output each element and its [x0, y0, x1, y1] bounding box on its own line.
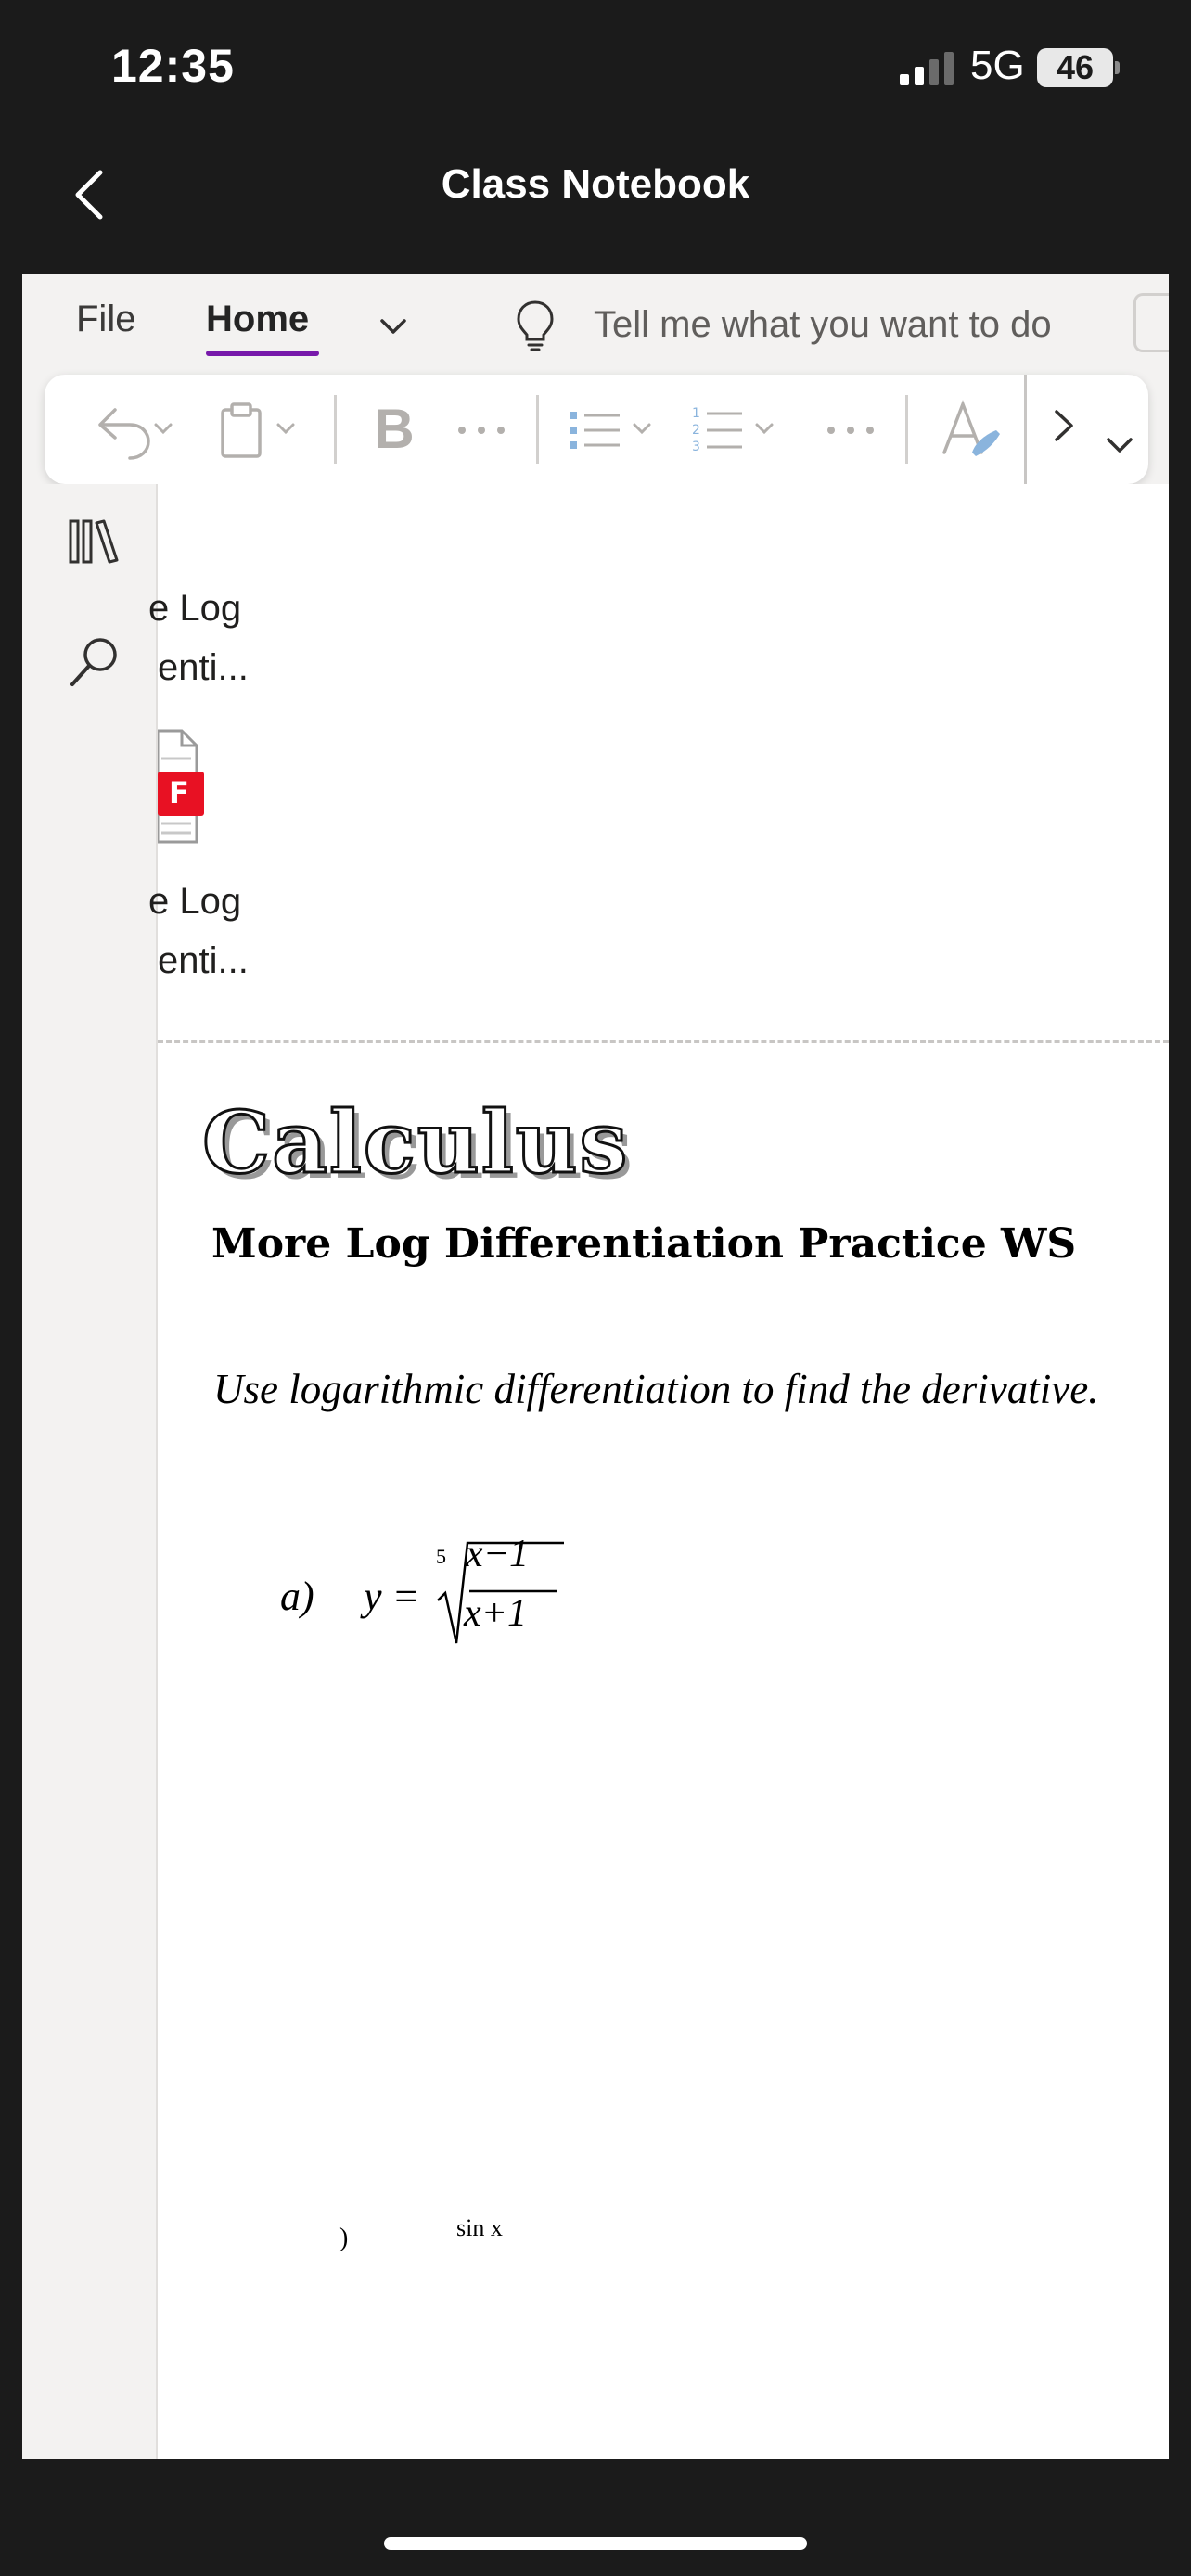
- undo-icon[interactable]: [82, 397, 174, 462]
- tab-home[interactable]: Home: [206, 299, 309, 340]
- document-page: Calculus More Log Differentiation Practi…: [158, 1044, 1169, 2252]
- active-tab-indicator: [206, 351, 319, 356]
- worksheet-subtitle: More Log Differentiation Practice WS: [211, 1220, 1077, 1268]
- tell-me-search[interactable]: Tell me what you want to do: [594, 304, 1052, 346]
- bullets-icon[interactable]: [564, 397, 666, 462]
- ribbon-separator: [905, 395, 908, 464]
- svg-text:3: 3: [692, 440, 700, 454]
- page-divider: [158, 1040, 1169, 1043]
- home-indicator[interactable]: [384, 2537, 807, 2550]
- network-label: 5G: [970, 43, 1025, 88]
- bold-button[interactable]: B: [371, 397, 417, 462]
- nav-title: Class Notebook: [441, 161, 750, 207]
- battery-icon: 46: [1037, 48, 1113, 87]
- numbering-icon[interactable]: 1 2 3: [690, 397, 792, 462]
- equation-lhs: y =: [364, 1574, 420, 1619]
- instructions-text: Use logarithmic differentiation to find …: [213, 1366, 1099, 1412]
- chevron-right-icon[interactable]: [1045, 402, 1082, 449]
- paste-icon[interactable]: [211, 397, 314, 462]
- fraction-numerator: x−1: [466, 1533, 529, 1575]
- overflow-tab[interactable]: [1133, 293, 1169, 352]
- page-list: e Log enti... F e Log enti... Calculus M…: [148, 484, 1169, 2459]
- battery-tip: [1115, 61, 1120, 74]
- status-bar: 12:35 5G 46: [0, 0, 1191, 130]
- lightbulb-icon: [517, 300, 554, 351]
- chevron-down-icon[interactable]: [1101, 427, 1138, 464]
- document-title: Calculus: [200, 1091, 630, 1194]
- ribbon-separator: [536, 395, 539, 464]
- nav-bar: Class Notebook: [0, 130, 1191, 252]
- page-item-title[interactable]: e Log: [148, 872, 241, 931]
- more-icon[interactable]: [818, 397, 883, 462]
- svg-text:1: 1: [692, 406, 700, 421]
- search-icon[interactable]: [65, 632, 124, 692]
- page-item-title[interactable]: enti...: [158, 931, 249, 990]
- next-problem-fragment: sin x: [456, 2214, 503, 2241]
- pdf-icon[interactable]: F: [158, 727, 204, 848]
- chevron-down-icon[interactable]: [375, 308, 412, 345]
- ribbon-toolbar: B 1 2 3: [45, 375, 1148, 484]
- ribbon-expand-area: [1024, 375, 1148, 484]
- page-item-title[interactable]: enti...: [158, 638, 249, 697]
- fraction-denominator: x+1: [464, 1592, 527, 1635]
- svg-text:2: 2: [692, 423, 700, 438]
- notebooks-icon[interactable]: [65, 512, 124, 571]
- navigation-sidebar: [22, 484, 158, 2459]
- status-time: 12:35: [111, 40, 235, 92]
- onenote-app: File Home Tell me what you want to do B: [22, 274, 1169, 2459]
- root-index: 5: [436, 1545, 446, 1568]
- tab-file[interactable]: File: [76, 299, 135, 340]
- pdf-label: F: [169, 775, 189, 810]
- signal-icon: [900, 52, 954, 85]
- more-icon[interactable]: [449, 397, 514, 462]
- ribbon-separator: [334, 395, 337, 464]
- next-problem-label: ): [339, 2224, 349, 2252]
- styles-icon[interactable]: [935, 397, 1009, 462]
- problem-label: a): [280, 1574, 314, 1619]
- page-item-title[interactable]: e Log: [148, 579, 241, 638]
